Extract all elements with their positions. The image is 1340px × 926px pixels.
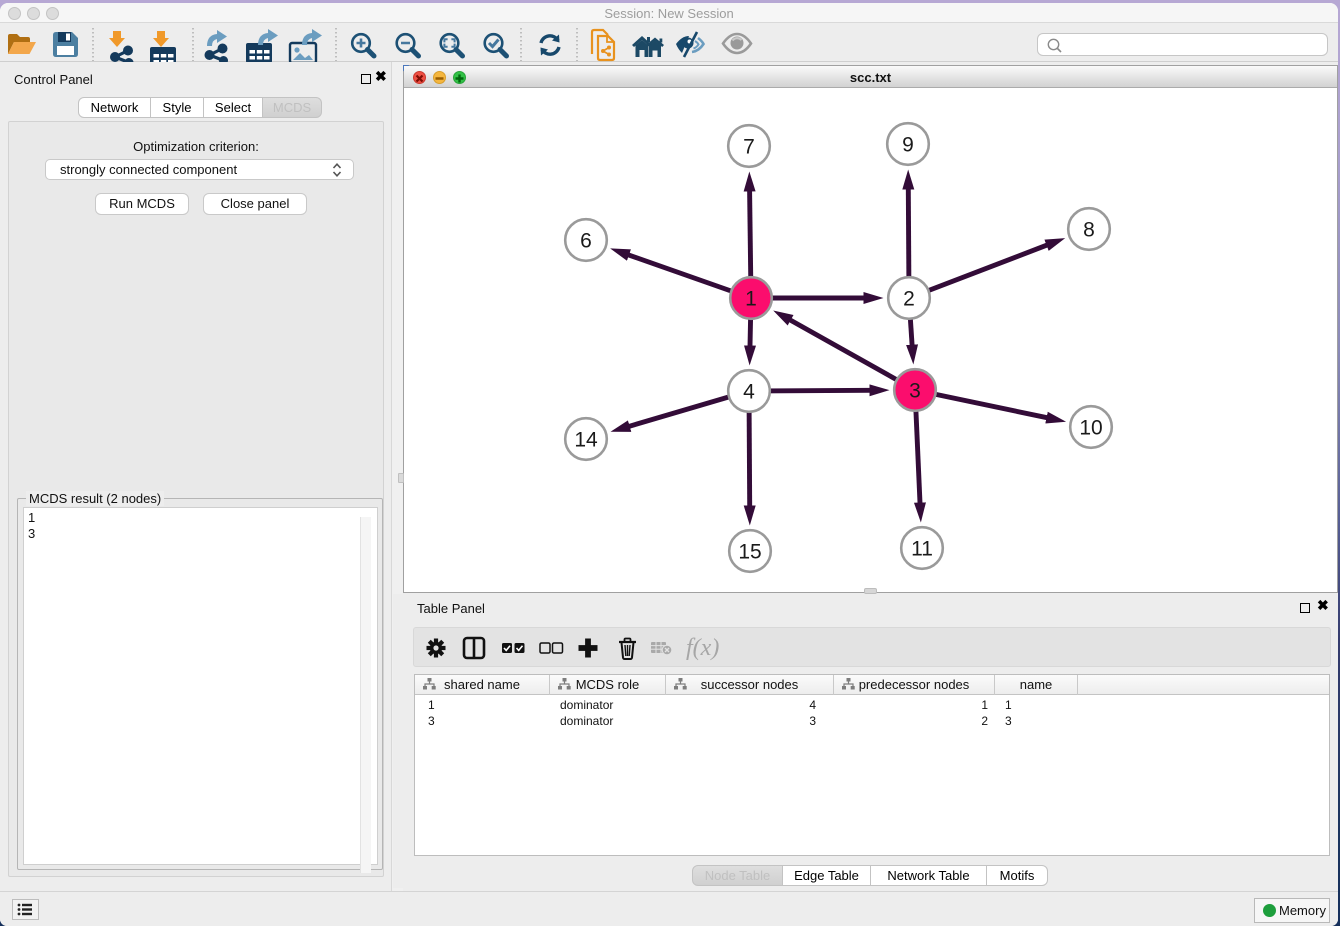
svg-text:8: 8 [1083,219,1095,242]
svg-text:4: 4 [743,381,755,404]
svg-text:7: 7 [743,136,755,159]
svg-text:14: 14 [574,429,598,452]
svg-text:9: 9 [902,134,914,157]
svg-text:10: 10 [1079,417,1102,440]
svg-text:2: 2 [903,288,915,311]
svg-text:11: 11 [911,538,933,561]
svg-text:6: 6 [580,230,592,253]
svg-text:3: 3 [909,380,921,403]
svg-text:15: 15 [738,541,761,564]
svg-text:f(x): f(x) [686,635,719,661]
svg-text:1: 1 [745,288,757,311]
